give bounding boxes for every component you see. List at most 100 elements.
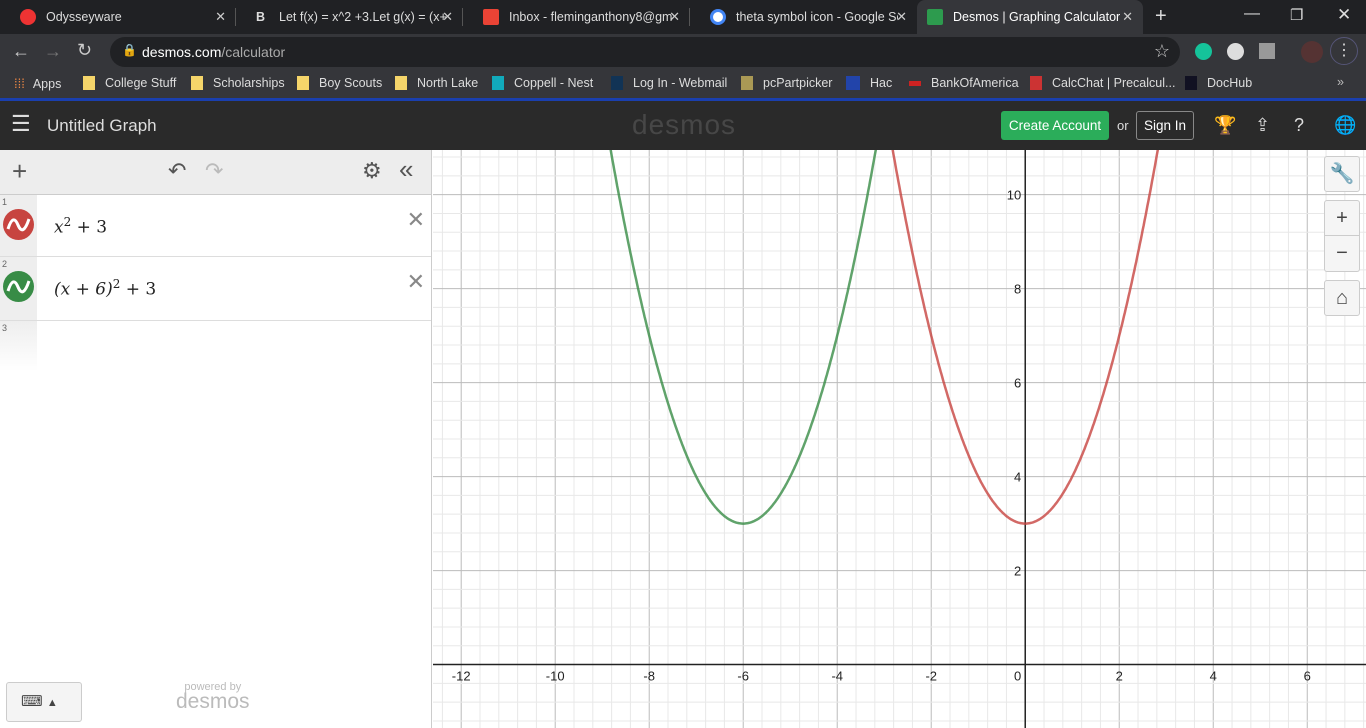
x-tick-label: -4 bbox=[831, 669, 843, 684]
expression-row[interactable]: 2 (x + 6)2 + 3 ✕ bbox=[0, 257, 431, 321]
grammarly-icon[interactable] bbox=[1195, 43, 1212, 60]
trophy-icon[interactable]: 🏆 bbox=[1214, 115, 1236, 136]
bookmark-folder[interactable]: North Lake bbox=[395, 76, 478, 90]
undo-icon[interactable]: ↶ bbox=[168, 158, 186, 184]
bookmark-folder[interactable]: Boy Scouts bbox=[297, 76, 382, 90]
x-tick-label: 4 bbox=[1210, 669, 1217, 684]
profile-avatar[interactable] bbox=[1301, 41, 1323, 63]
expression-row[interactable]: 1 x2 + 3 ✕ bbox=[0, 195, 431, 257]
add-item-icon[interactable]: + bbox=[12, 156, 27, 187]
collapse-panel-icon[interactable]: « bbox=[399, 154, 413, 185]
tab-strip: Odysseyware ✕ B Let f(x) = x^2 +3.Let g(x)… bbox=[0, 0, 1366, 34]
bookmark-bankofamerica[interactable]: BankOfAmerica bbox=[909, 76, 1019, 90]
share-icon[interactable]: ⇪ bbox=[1255, 115, 1270, 136]
extension-icon[interactable] bbox=[1259, 43, 1275, 59]
curve-color-icon[interactable] bbox=[3, 209, 34, 240]
expression-input[interactable]: (x + 6)2 + 3 bbox=[54, 277, 156, 300]
settings-gear-icon[interactable]: ⚙ bbox=[362, 158, 382, 184]
x-tick-label: -10 bbox=[546, 669, 565, 684]
tab-google[interactable]: theta symbol icon - Google Se ✕ bbox=[690, 0, 917, 34]
expression-row-empty[interactable]: 3 bbox=[0, 321, 431, 371]
tab-gmail[interactable]: Inbox - fleminganthony8@gm ✕ bbox=[463, 0, 690, 34]
graph-canvas[interactable]: -12 -10 -8 -6 -4 -2 0 2 4 6 2 4 6 8 10 bbox=[433, 150, 1366, 728]
tab-title: theta symbol icon - Google Se bbox=[736, 10, 898, 24]
bookmark-hac[interactable]: Hac bbox=[846, 76, 892, 90]
bookmark-pcpartpicker[interactable]: pcPartpicker bbox=[741, 76, 832, 90]
zoom-out-icon[interactable]: − bbox=[1324, 236, 1360, 272]
x-tick-label: 6 bbox=[1304, 669, 1311, 684]
x-tick-label: 2 bbox=[1116, 669, 1123, 684]
hamburger-menu-icon[interactable]: ☰ bbox=[11, 111, 31, 137]
folder-icon bbox=[297, 76, 309, 90]
graph-title[interactable]: Untitled Graph bbox=[47, 116, 157, 136]
dochub-icon bbox=[1185, 76, 1197, 90]
close-tab-icon[interactable]: ✕ bbox=[1122, 9, 1133, 25]
google-icon bbox=[710, 9, 726, 25]
x-tick-label: 0 bbox=[1014, 669, 1021, 684]
expression-input[interactable]: x2 + 3 bbox=[54, 215, 107, 238]
tab-desmos[interactable]: Desmos | Graphing Calculator ✕ bbox=[917, 0, 1143, 34]
reload-icon[interactable]: ↻ bbox=[77, 40, 92, 61]
curve-color-icon[interactable] bbox=[3, 271, 34, 302]
lock-icon: 🔒 bbox=[122, 43, 137, 57]
redo-icon[interactable]: ↷ bbox=[205, 158, 223, 184]
tab-title: Desmos | Graphing Calculator bbox=[953, 10, 1121, 24]
new-tab-icon[interactable]: + bbox=[1155, 5, 1167, 28]
url-input[interactable]: 🔒 desmos.com/calculator ☆ bbox=[110, 37, 1180, 67]
desmos-header: ☰ Untitled Graph desmos Create Account o… bbox=[0, 101, 1366, 150]
folder-icon bbox=[83, 76, 95, 90]
sign-in-button[interactable]: Sign In bbox=[1136, 111, 1194, 140]
apps-grid-icon: ⁞⁞⁞ bbox=[14, 76, 25, 91]
pcpartpicker-icon bbox=[741, 76, 753, 90]
or-label: or bbox=[1117, 118, 1129, 133]
close-tab-icon[interactable]: ✕ bbox=[442, 9, 453, 25]
back-icon[interactable]: ← bbox=[12, 41, 30, 62]
calcchat-icon bbox=[1030, 76, 1042, 90]
brainly-icon: B bbox=[256, 10, 266, 24]
bookmark-calcchat[interactable]: CalcChat | Precalcul... bbox=[1030, 76, 1175, 90]
expression-toolbar: + ↶ ↷ ⚙ « bbox=[0, 150, 431, 195]
address-bar-row: ← → ↻ 🔒 desmos.com/calculator ☆ ⋮ bbox=[0, 34, 1366, 70]
expression-number: 3 bbox=[0, 321, 37, 371]
powered-by-desmos: powered by desmos bbox=[176, 681, 250, 713]
tab-odysseyware[interactable]: Odysseyware ✕ bbox=[0, 0, 236, 34]
folder-icon bbox=[191, 76, 203, 90]
delete-expression-icon[interactable]: ✕ bbox=[407, 269, 425, 295]
minimize-icon[interactable]: — bbox=[1244, 5, 1260, 23]
hac-icon bbox=[846, 76, 860, 90]
delete-expression-icon[interactable]: ✕ bbox=[407, 207, 425, 233]
menu-icon[interactable]: ⋮ bbox=[1330, 37, 1358, 65]
y-tick-label: 8 bbox=[1014, 282, 1021, 297]
bookmarks-bar: ⁞⁞⁞ Apps College Stuff Scholarships Boy S… bbox=[0, 70, 1366, 98]
url-path: /calculator bbox=[221, 44, 286, 60]
zoom-in-icon[interactable]: + bbox=[1324, 200, 1360, 236]
close-tab-icon[interactable]: ✕ bbox=[896, 9, 907, 25]
caret-up-icon: ▲ bbox=[46, 697, 58, 709]
bookmark-webmail[interactable]: Log In - Webmail bbox=[611, 76, 727, 90]
graph-tools: 🔧 + − ⌂ bbox=[1324, 156, 1360, 316]
bookmark-apps[interactable]: ⁞⁞⁞ Apps bbox=[14, 76, 61, 91]
close-tab-icon[interactable]: ✕ bbox=[669, 9, 680, 25]
graph-settings-wrench-icon[interactable]: 🔧 bbox=[1324, 156, 1360, 192]
language-globe-icon[interactable]: 🌐 bbox=[1334, 115, 1356, 136]
y-tick-label: 10 bbox=[1007, 188, 1021, 203]
more-bookmarks-icon[interactable]: » bbox=[1337, 75, 1344, 89]
forward-icon[interactable]: → bbox=[44, 41, 62, 62]
create-account-button[interactable]: Create Account bbox=[1001, 111, 1109, 140]
bookmark-folder[interactable]: Scholarships bbox=[191, 76, 285, 90]
default-viewport-home-icon[interactable]: ⌂ bbox=[1324, 280, 1360, 316]
restore-icon[interactable]: ❐ bbox=[1290, 6, 1303, 24]
help-icon[interactable]: ? bbox=[1294, 115, 1304, 136]
star-icon[interactable]: ☆ bbox=[1154, 41, 1170, 62]
tab-brainly[interactable]: B Let f(x) = x^2 +3.Let g(x) = (x+ ✕ bbox=[236, 0, 463, 34]
bookmark-folder[interactable]: College Stuff bbox=[83, 76, 176, 90]
webmail-icon bbox=[611, 76, 623, 90]
close-window-icon[interactable]: ✕ bbox=[1337, 5, 1351, 25]
bookmark-dochub[interactable]: DocHub bbox=[1185, 76, 1252, 90]
close-tab-icon[interactable]: ✕ bbox=[215, 9, 226, 25]
keypad-toggle-button[interactable]: ⌨ ▲ bbox=[6, 682, 82, 722]
bookmark-coppell[interactable]: Coppell - Nest bbox=[492, 76, 593, 90]
extension-icon[interactable] bbox=[1227, 43, 1244, 60]
desmos-icon bbox=[927, 9, 943, 25]
folder-icon bbox=[395, 76, 407, 90]
